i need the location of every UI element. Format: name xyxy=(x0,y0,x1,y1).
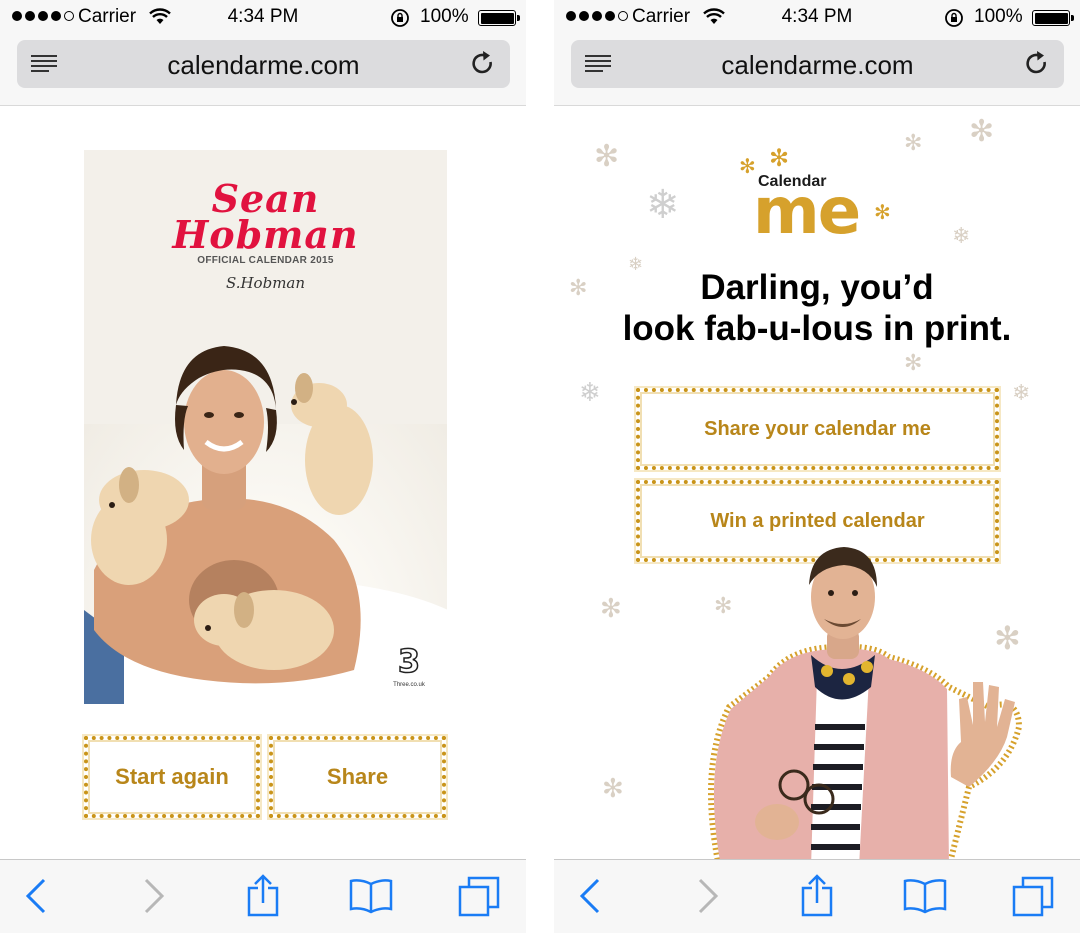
headline-line-2: look fab-u-lous in print. xyxy=(622,309,1012,348)
orientation-lock-icon xyxy=(391,9,409,27)
presenter-photo xyxy=(708,547,1023,859)
snowflake-icon: ✻ xyxy=(904,350,923,375)
reload-icon[interactable] xyxy=(470,50,496,78)
forward-icon[interactable] xyxy=(142,878,166,914)
headline: Darling, you’d look fab-u-lous in print. xyxy=(554,267,1080,349)
browser-toolbar xyxy=(554,859,1080,933)
snowflake-icon: ❄ xyxy=(1012,380,1031,405)
snowflake-icon: ❄ xyxy=(952,223,971,248)
logo-snowflake-icon: ✻ xyxy=(874,202,891,224)
url-field[interactable]: calendarme.com xyxy=(571,40,1064,88)
snowflake-icon: ❄ xyxy=(579,377,601,407)
phone-screen-right: Carrier 4:34 PM 100% calendarme.com ✻ ❄ … xyxy=(554,0,1080,933)
snowflake-icon: ✻ xyxy=(600,593,622,623)
cover-subtitle: OFFICIAL CALENDAR 2015 xyxy=(197,255,334,266)
status-bar: Carrier 4:34 PM 100% xyxy=(554,0,1080,34)
bookmarks-icon[interactable] xyxy=(349,878,393,914)
address-bar: calendarme.com xyxy=(554,34,1080,106)
share-icon[interactable] xyxy=(800,874,834,918)
reload-icon[interactable] xyxy=(1024,50,1050,78)
back-icon[interactable] xyxy=(578,878,602,914)
bookmarks-icon[interactable] xyxy=(903,878,947,914)
phone-screen-left: Carrier 4:34 PM 100% calendarme.com Sean… xyxy=(0,0,526,933)
back-icon[interactable] xyxy=(24,878,48,914)
cover-title-last-name: Hobman xyxy=(172,212,359,257)
share-icon[interactable] xyxy=(246,874,280,918)
snowflake-icon: ✻ xyxy=(594,140,620,173)
snowflake-icon: ✻ xyxy=(904,130,923,155)
three-logo-icon: 3 xyxy=(397,641,421,681)
logo-snowflake-icon: ✻ xyxy=(739,156,756,178)
url-field[interactable]: calendarme.com xyxy=(17,40,510,88)
address-bar: calendarme.com xyxy=(0,34,526,106)
battery-percent: 100% xyxy=(974,6,1023,27)
status-bar: Carrier 4:34 PM 100% xyxy=(0,0,526,34)
headline-line-1: Darling, you’d xyxy=(700,268,934,307)
orientation-lock-icon xyxy=(945,9,963,27)
svg-text:3: 3 xyxy=(398,644,420,676)
share-button[interactable]: Share xyxy=(269,736,446,818)
snowflake-icon: ❄ xyxy=(646,183,680,227)
logo-snowflake-icon: ✻ xyxy=(769,145,790,172)
share-calendar-button[interactable]: Share your calendar me xyxy=(636,388,999,470)
battery-icon xyxy=(478,10,520,26)
web-content: ✻ ❄ ✻ ✻ ❄ ❄ ✻ ❄ ✻ ❄ ✻ ✻ ✻ ✻ ✻ ✻ ✻ me Cal… xyxy=(554,107,1080,859)
forward-icon[interactable] xyxy=(696,878,720,914)
three-logo-url: Three.co.uk xyxy=(393,682,425,688)
web-content: Sean Hobman OFFICIAL CALENDAR 2015 S.Hob… xyxy=(0,107,526,859)
tabs-icon[interactable] xyxy=(1012,876,1054,918)
calendar-me-logo: ✻ ✻ ✻ me Calendar xyxy=(739,147,899,250)
snowflake-icon: ✻ xyxy=(969,115,995,148)
battery-icon xyxy=(1032,10,1074,26)
snowflake-icon: ✻ xyxy=(602,773,624,803)
url-text[interactable]: calendarme.com xyxy=(17,50,510,81)
logo-calendar: Calendar xyxy=(758,173,827,190)
cover-signature: S.Hobman xyxy=(225,274,306,292)
calendar-cover: Sean Hobman OFFICIAL CALENDAR 2015 S.Hob… xyxy=(84,150,447,704)
start-again-button[interactable]: Start again xyxy=(84,736,260,818)
url-text[interactable]: calendarme.com xyxy=(571,50,1064,81)
battery-percent: 100% xyxy=(420,6,469,27)
tabs-icon[interactable] xyxy=(458,876,500,918)
three-logo: 3 Three.co.uk xyxy=(389,641,429,688)
browser-toolbar xyxy=(0,859,526,933)
